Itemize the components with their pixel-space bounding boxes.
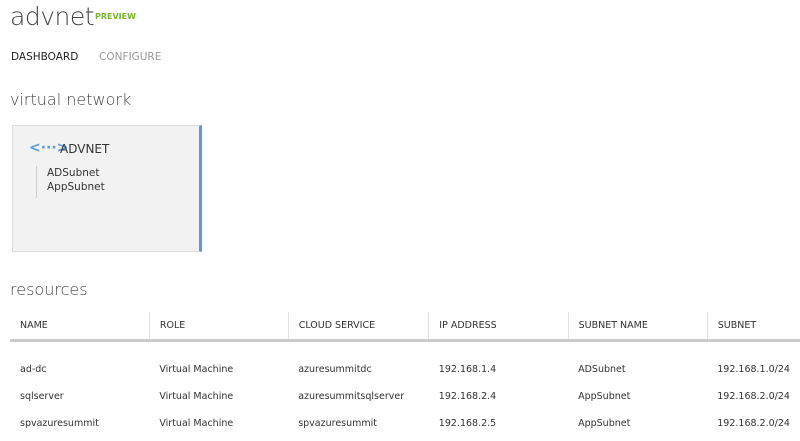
tab-configure[interactable]: CONFIGURE bbox=[99, 51, 161, 63]
table-cell: Virtual Machine bbox=[159, 418, 234, 429]
subnet-list: ADSubnet AppSubnet bbox=[36, 166, 105, 198]
column-header[interactable]: IP ADDRESS bbox=[428, 312, 569, 342]
table-row[interactable]: sqlserver Virtual Machine azuresummitsqlse… bbox=[10, 383, 800, 410]
table-row[interactable]: spvazuresummit Virtual Machine spvazuresum… bbox=[10, 410, 800, 437]
table-row[interactable]: ad-dc Virtual Machine azuresummitdc 192.168… bbox=[10, 341, 800, 384]
column-header[interactable]: CLOUD SERVICE bbox=[287, 312, 429, 342]
column-header[interactable]: SUBNET NAME bbox=[567, 312, 708, 342]
table-cell: azuresummitsqlserver bbox=[298, 391, 405, 402]
table-cell: spvazuresummit bbox=[20, 418, 99, 429]
subnet-item: AppSubnet bbox=[47, 181, 105, 193]
table-cell: 192.168.2.5 bbox=[438, 418, 497, 429]
resources-heading: resources bbox=[10, 280, 88, 299]
table-cell: 192.168.1.0/24 bbox=[717, 364, 790, 375]
table-cell: 192.168.2.4 bbox=[438, 391, 497, 402]
network-name: ADVNET bbox=[60, 142, 110, 156]
virtual-network-heading: virtual network bbox=[10, 90, 132, 109]
table-cell: sqlserver bbox=[20, 391, 64, 402]
table-cell: Virtual Machine bbox=[159, 391, 234, 402]
resources-table: NAME ROLE CLOUD SERVICE IP ADDRESS SUBNET NA… bbox=[10, 312, 800, 437]
table-cell: 192.168.2.0/24 bbox=[717, 418, 790, 429]
table-cell: 192.168.1.4 bbox=[438, 364, 497, 375]
table-cell: ADSubnet bbox=[578, 364, 626, 375]
table-cell: azuresummitdc bbox=[298, 364, 372, 375]
table-cell: AppSubnet bbox=[578, 418, 631, 429]
tab-dashboard[interactable]: DASHBOARD bbox=[11, 51, 78, 63]
table-cell: AppSubnet bbox=[578, 391, 631, 402]
table-cell: ad-dc bbox=[20, 364, 47, 375]
virtual-network-tile[interactable]: <···> ADVNET ADSubnet AppSubnet bbox=[12, 125, 202, 252]
column-header[interactable]: ROLE bbox=[148, 312, 289, 342]
subnet-item: ADSubnet bbox=[47, 167, 100, 179]
column-header[interactable]: SUBNET bbox=[706, 312, 800, 342]
table-cell: 192.168.2.0/24 bbox=[717, 391, 790, 402]
table-cell: spvazuresummit bbox=[298, 418, 378, 429]
page-title: advnet bbox=[10, 2, 95, 31]
column-header[interactable]: NAME bbox=[10, 312, 150, 342]
preview-badge: PREVIEW bbox=[95, 12, 136, 21]
table-cell: Virtual Machine bbox=[159, 364, 234, 375]
